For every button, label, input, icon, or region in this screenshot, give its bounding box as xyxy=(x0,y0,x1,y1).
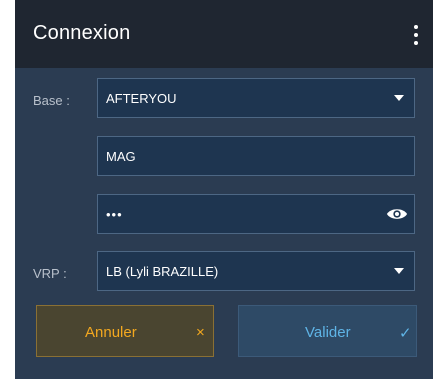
close-icon: × xyxy=(196,324,205,341)
username-value: MAG xyxy=(106,149,136,164)
vrp-label: VRP : xyxy=(33,266,67,281)
password-field[interactable]: ••• xyxy=(97,194,415,234)
cancel-button-label: Annuler xyxy=(85,324,137,341)
dropdown-caret-icon xyxy=(394,95,404,101)
base-label: Base : xyxy=(33,93,70,108)
background-strip xyxy=(0,318,15,379)
connexion-dialog: Connexion Base : AFTERYOU MAG ••• VRP : … xyxy=(15,0,433,379)
validate-button[interactable]: Valider ✓ xyxy=(238,305,417,357)
validate-button-label: Valider xyxy=(305,324,351,341)
cancel-button[interactable]: Annuler × xyxy=(36,305,214,357)
password-value: ••• xyxy=(106,207,123,222)
base-select-value: AFTERYOU xyxy=(106,91,177,106)
eye-icon[interactable] xyxy=(386,205,408,223)
vrp-select[interactable]: LB (Lyli BRAZILLE) xyxy=(97,251,415,291)
dialog-header: Connexion xyxy=(15,0,433,68)
vrp-select-value: LB (Lyli BRAZILLE) xyxy=(106,264,219,279)
kebab-menu-icon[interactable] xyxy=(413,25,419,45)
base-select[interactable]: AFTERYOU xyxy=(97,78,415,118)
dialog-title: Connexion xyxy=(33,22,131,44)
dropdown-caret-icon xyxy=(394,268,404,274)
username-field[interactable]: MAG xyxy=(97,136,415,176)
check-icon: ✓ xyxy=(399,325,412,342)
